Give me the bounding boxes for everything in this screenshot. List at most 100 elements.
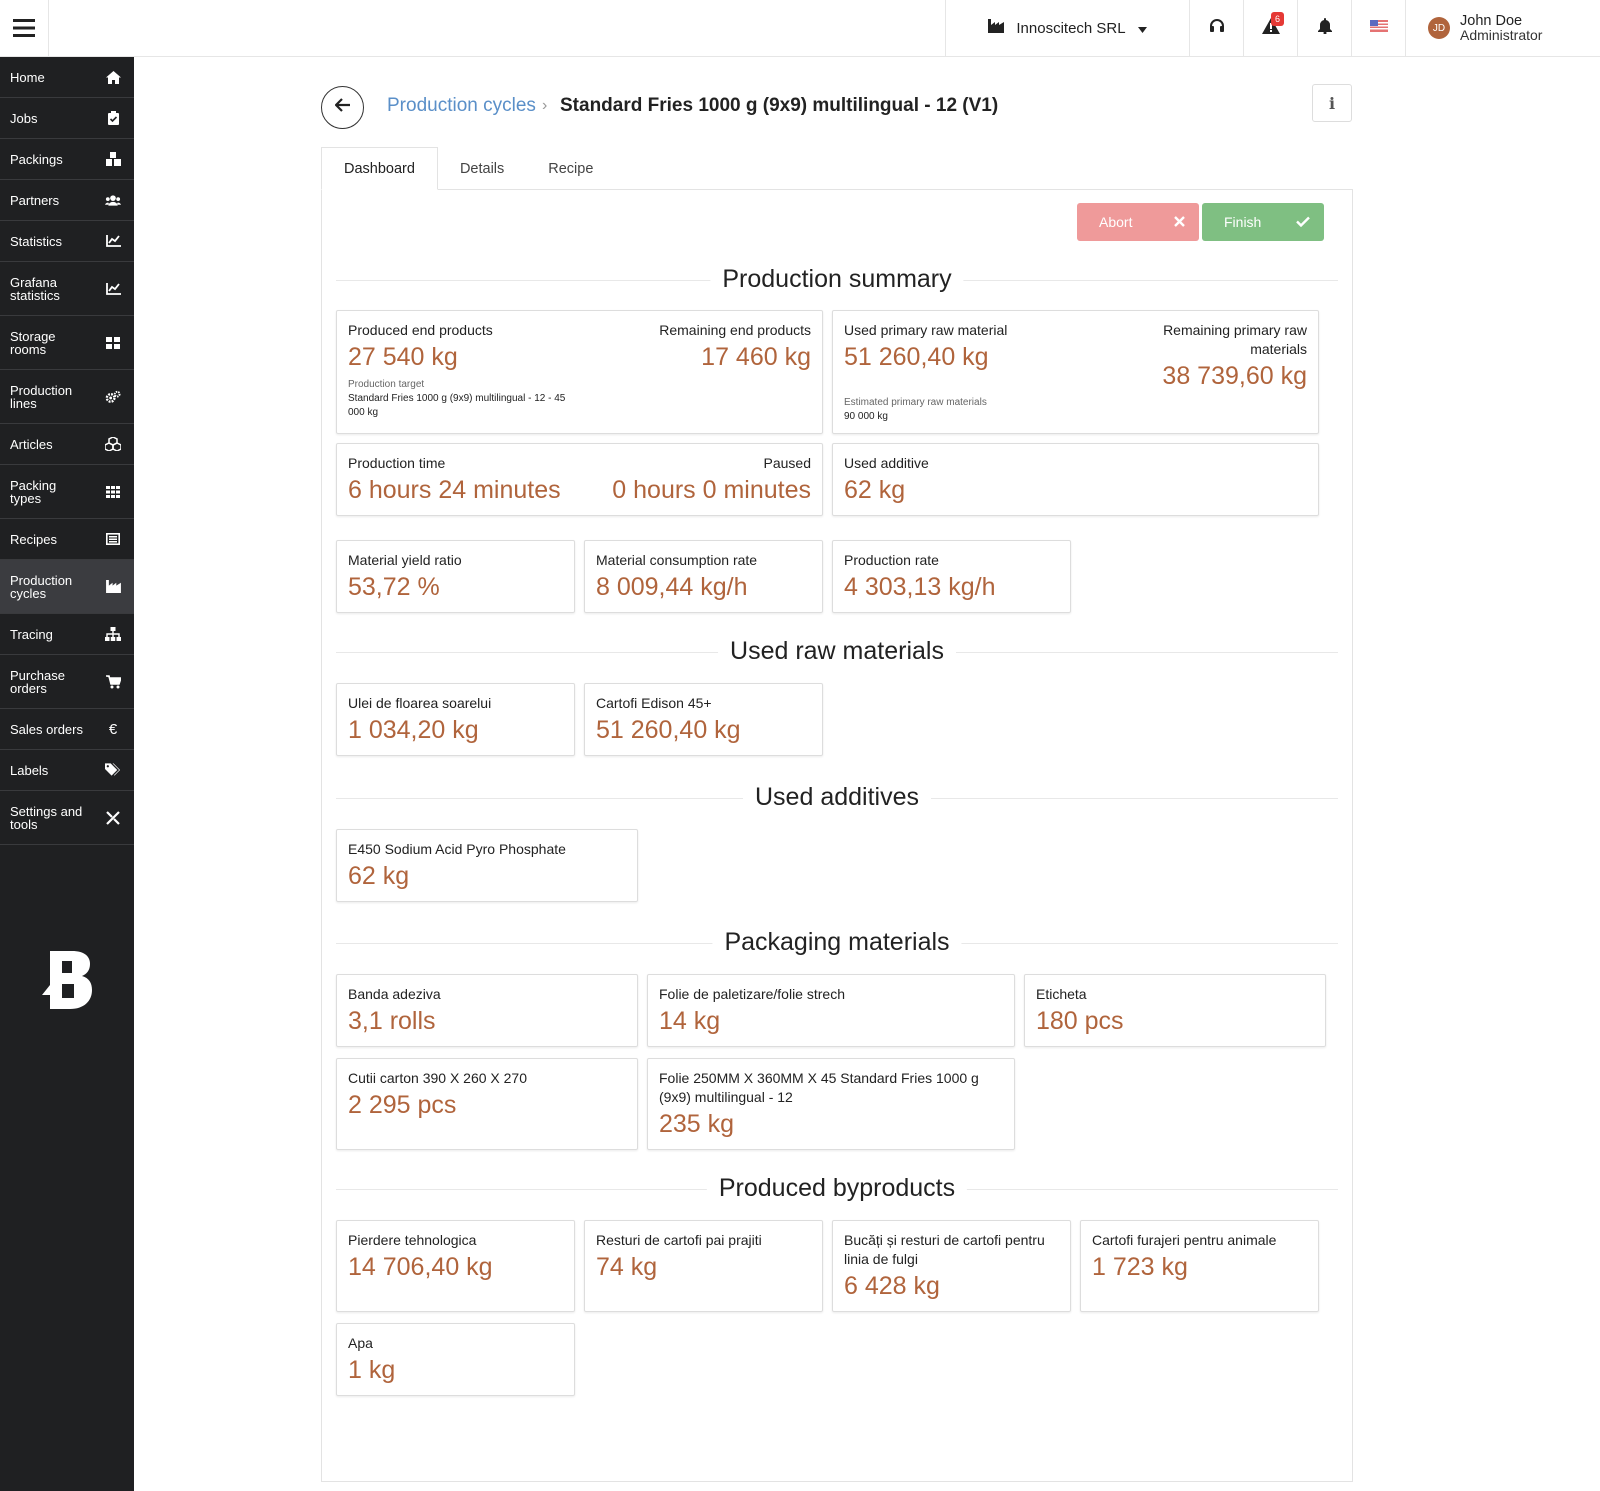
user-menu[interactable]: JD John Doe Administrator (1405, 0, 1600, 56)
notifications-button[interactable] (1297, 0, 1351, 56)
company-selector[interactable]: Innoscitech SRL (945, 0, 1189, 56)
card-label: Banda adeziva (348, 986, 441, 1002)
company-name: Innoscitech SRL (1016, 19, 1126, 37)
card-used-primary-raw-material: Used primary raw material 51 260,40 kg E… (832, 310, 1319, 434)
card-label: Folie de paletizare/folie strech (659, 986, 845, 1002)
chart-line-icon (105, 281, 121, 297)
target-value: Standard Fries 1000 g (9x9) multilingual… (348, 393, 566, 418)
sidebar-item-purchase-orders[interactable]: Purchase orders (0, 655, 134, 709)
card-value: 1 034,20 kg (348, 716, 479, 744)
card-value: 235 kg (659, 1110, 735, 1138)
card-label: Paused (763, 455, 811, 471)
sidebar-item-home[interactable]: Home (0, 57, 134, 98)
abort-label: Abort (1099, 214, 1133, 230)
tab-dashboard[interactable]: Dashboard (321, 147, 438, 190)
card-value: 3,1 rolls (348, 1007, 436, 1035)
card-value: 74 kg (596, 1253, 658, 1281)
sidebar-item-settings-and-tools[interactable]: Settings and tools (0, 791, 134, 845)
info-button[interactable]: i (1312, 84, 1352, 122)
section-title: Used additives (743, 783, 931, 812)
section-production-summary: Production summary (336, 265, 1338, 295)
sidebar-item-packings[interactable]: Packings (0, 139, 134, 180)
estimated-label: Estimated primary raw materials (844, 397, 987, 408)
brand-logo (40, 949, 92, 1016)
sidebar-item-production-cycles[interactable]: Production cycles (0, 560, 134, 614)
sidebar-item-sales-orders[interactable]: Sales orders € (0, 709, 134, 750)
sidebar-item-tracing[interactable]: Tracing (0, 614, 134, 655)
sidebar-item-statistics[interactable]: Statistics (0, 221, 134, 262)
sidebar-item-label: Settings and tools (10, 803, 83, 832)
back-button[interactable] (321, 86, 364, 129)
finish-button[interactable]: Finish (1202, 203, 1324, 241)
cogs-icon (105, 389, 121, 405)
sidebar-item-label: Jobs (10, 110, 38, 126)
hamburger-menu-icon[interactable] (0, 0, 49, 56)
breadcrumb-parent-link[interactable]: Production cycles (387, 95, 536, 117)
card-label: Production rate (844, 552, 939, 568)
alerts-button[interactable]: 6 (1243, 0, 1297, 56)
card-production-rate: Production rate 4 303,13 kg/h (832, 540, 1071, 613)
section-used-raw-materials: Used raw materials (336, 637, 1338, 667)
sidebar-item-label: Storage rooms (10, 328, 56, 357)
card-additive: E450 Sodium Acid Pyro Phosphate 62 kg (336, 829, 638, 902)
sidebar-item-storage-rooms[interactable]: Storage rooms (0, 316, 134, 370)
card-value: 27 540 kg (348, 343, 458, 371)
euro-icon: € (108, 720, 118, 738)
sidebar-item-label: Partners (10, 192, 60, 208)
sidebar-item-jobs[interactable]: Jobs (0, 98, 134, 139)
card-label: Cartofi Edison 45+ (596, 695, 712, 711)
top-bar: Innoscitech SRL 6 JD John Doe Administra… (0, 0, 1600, 57)
target-label: Production target (348, 379, 425, 390)
card-value: 6 428 kg (844, 1272, 940, 1300)
language-selector[interactable] (1351, 0, 1405, 56)
clipboard-check-icon (105, 110, 121, 126)
support-button[interactable] (1189, 0, 1243, 56)
abort-button[interactable]: Abort (1077, 203, 1199, 241)
sidebar-item-production-lines[interactable]: Production lines (0, 370, 134, 424)
sidebar-item-partners[interactable]: Partners (0, 180, 134, 221)
sidebar-item-label: Production cycles (10, 572, 73, 601)
card-value: 8 009,44 kg/h (596, 573, 748, 601)
card-label: Resturi de cartofi pai prajiti (596, 1232, 762, 1248)
industry-icon (105, 579, 121, 595)
sidebar-item-grafana-statistics[interactable]: Grafana statistics (0, 262, 134, 316)
home-icon (105, 69, 121, 85)
card-value: 4 303,13 kg/h (844, 573, 996, 601)
card-value: 17 460 kg (701, 343, 811, 371)
sidebar-item-label: Purchase orders (10, 667, 65, 696)
card-label: Cartofi furajeri pentru animale (1092, 1232, 1277, 1248)
card-value: 6 hours 24 minutes (348, 476, 561, 504)
sidebar-item-label: Statistics (10, 233, 63, 249)
card-label: Used additive (844, 455, 929, 471)
card-packaging-material: Cutii carton 390 X 260 X 270 2 295 pcs (336, 1058, 638, 1150)
main-content: Production cycles › Standard Fries 1000 … (134, 57, 1600, 1491)
card-value: 53,72 % (348, 573, 440, 601)
caret-down-icon (1137, 20, 1147, 37)
card-material-yield-ratio: Material yield ratio 53,72 % (336, 540, 575, 613)
card-production-time: Production time 6 hours 24 minutes Pause… (336, 443, 823, 516)
sidebar-item-label: Production lines (10, 382, 73, 411)
boxes-icon (105, 151, 121, 167)
grid-icon (105, 335, 121, 351)
sidebar-item-recipes[interactable]: Recipes (0, 519, 134, 560)
dashboard-panel: Abort Finish Production summary Produced… (321, 189, 1353, 1482)
card-label: Material consumption rate (596, 552, 758, 568)
section-title: Used raw materials (718, 637, 956, 666)
sidebar-item-packing-types[interactable]: Packing types (0, 465, 134, 519)
card-label: Apa (348, 1335, 373, 1351)
sidebar-item-label: Grafana statistics (10, 274, 60, 303)
tab-recipe[interactable]: Recipe (526, 147, 615, 190)
card-label: Bucăți și resturi de cartofi pentru lini… (844, 1232, 1045, 1267)
card-packaging-material: Folie 250MM X 360MM X 45 Standard Fries … (647, 1058, 1015, 1150)
sidebar-item-articles[interactable]: Articles (0, 424, 134, 465)
tab-bar: Dashboard Details Recipe (321, 147, 615, 190)
chevron-right-icon: › (542, 97, 548, 114)
sidebar-item-labels[interactable]: Labels (0, 750, 134, 791)
check-icon (1296, 214, 1310, 230)
avatar: JD (1428, 17, 1450, 39)
card-label: Produced end products (348, 322, 493, 338)
tools-icon (105, 810, 121, 826)
card-label: Remaining primary raw materials (1163, 322, 1307, 357)
section-packaging-materials: Packaging materials (336, 928, 1338, 958)
tab-details[interactable]: Details (438, 147, 526, 190)
